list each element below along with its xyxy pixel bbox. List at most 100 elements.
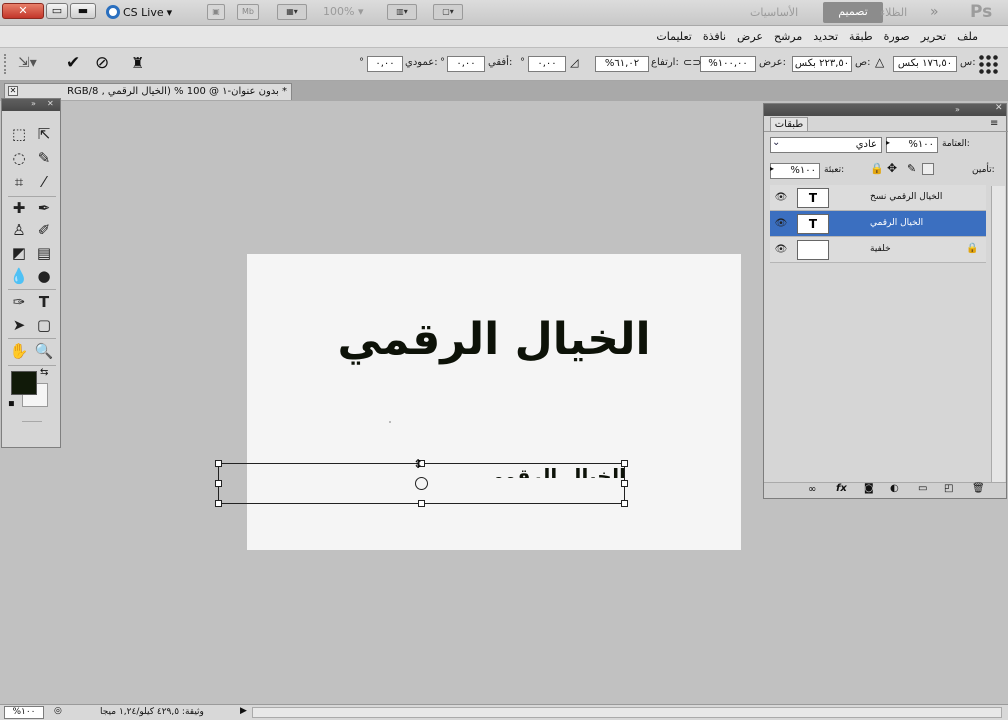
menu-select[interactable]: تحديد [813,30,838,43]
document-canvas[interactable]: الخيال الرقمي [247,254,741,550]
marquee-tool-icon[interactable]: ⬚ [8,123,30,145]
horizontal-scrollbar[interactable] [252,707,1002,718]
width-field[interactable]: %١٠٠,٠٠ [700,56,756,72]
cs-live-menu[interactable]: CS Live ▾ [106,4,172,20]
restore-window-button[interactable]: ▭ [46,3,68,19]
commit-transform-icon[interactable]: ✔ [66,53,80,73]
zoom-level-select[interactable]: 100% ▾ [323,5,363,18]
eraser-tool-icon[interactable]: ◩ [8,242,30,264]
collapse-panel-icon[interactable]: » [955,105,960,114]
layer-row[interactable]: 👁 T الخيال الرقمي نسخ [770,185,986,211]
blur-tool-icon[interactable]: 💧 [8,265,30,287]
type-tool-icon[interactable]: T [33,291,55,313]
reference-point-marker[interactable] [415,477,428,490]
lock-transparent-icon[interactable] [922,163,934,175]
transform-icon[interactable]: ⇲▾ [18,55,37,71]
link-layers-icon[interactable]: ∞ [808,484,816,495]
transform-handle-bottom[interactable] [418,500,425,507]
transform-handle-top-right[interactable] [621,460,628,467]
transform-handle-bottom-right[interactable] [621,500,628,507]
opacity-field[interactable]: %١٠٠ [886,137,938,153]
status-info-icon[interactable]: ◎ [54,706,62,716]
layers-scrollbar[interactable] [991,186,1005,482]
workspace-shadows-button[interactable]: الظلاء [880,6,907,19]
menu-filter[interactable]: مرشح [774,30,802,43]
menu-image[interactable]: صورة [884,30,910,43]
healing-brush-tool-icon[interactable]: ✚ [8,197,30,219]
trash-icon[interactable]: 🗑 [972,483,985,494]
bridge-icon[interactable]: ▣ [207,4,225,20]
layers-panel-header[interactable] [764,104,1006,116]
eyedropper-tool-icon[interactable]: ⁄ [33,171,55,193]
minibridge-button[interactable]: Mb [237,4,259,20]
workspace-basics-button[interactable]: الأساسيات [750,6,798,19]
add-mask-icon[interactable]: ◙ [864,483,874,494]
visibility-eye-icon[interactable]: 👁 [774,192,788,204]
transform-handle-left[interactable] [215,480,222,487]
height-field[interactable]: %٦١,٠٢ [595,56,649,72]
transform-handle-top-left[interactable] [215,460,222,467]
transform-handle-right[interactable] [621,480,628,487]
menu-view[interactable]: عرض [737,30,763,43]
vskew-field[interactable]: ٠,٠٠ [367,56,403,72]
chevron-down-icon[interactable]: ⌄ [772,137,780,148]
opacity-arrow-icon[interactable]: ▸ [886,138,890,147]
adjustment-layer-icon[interactable]: ◐ [890,483,899,494]
options-grip[interactable] [4,54,8,74]
collapse-tools-icon[interactable]: » [31,99,36,108]
dodge-tool-icon[interactable]: ● [33,265,55,287]
arrange-documents-icon[interactable]: ▥▾ [387,4,417,20]
zoom-tool-icon[interactable]: 🔍 [33,340,55,362]
clone-stamp-tool-icon[interactable]: ♙ [8,219,30,241]
default-colors-icon[interactable]: ◾ [8,399,15,409]
path-selection-tool-icon[interactable]: ➤ [8,314,30,336]
layer-row[interactable]: 👁 خلفية 🔒 [770,237,986,263]
status-menu-arrow-icon[interactable]: ▶ [240,706,247,716]
gradient-tool-icon[interactable]: ▤ [33,242,55,264]
workspace-design-button[interactable]: تصميم [823,2,883,23]
layers-tab[interactable]: طبقات [770,117,808,132]
menu-window[interactable]: نافذة [703,30,726,43]
hskew-field[interactable]: ٠,٠٠ [447,56,485,72]
blend-mode-select[interactable]: عادي [770,137,882,153]
y-field[interactable]: ٢٢٣,٥٠ بكس [792,56,852,72]
transform-handle-bottom-left[interactable] [215,500,222,507]
fill-field[interactable]: %١٠٠ [770,163,820,179]
screen-mode-icon[interactable]: ▢▾ [433,4,463,20]
visibility-eye-icon[interactable]: 👁 [774,218,788,230]
menu-file[interactable]: ملف [957,30,978,43]
fx-icon[interactable]: fx [836,483,847,494]
lasso-tool-icon[interactable]: ◌ [8,147,30,169]
quick-select-tool-icon[interactable]: ✎ [33,147,55,169]
new-layer-icon[interactable]: ◰ [944,483,953,494]
menu-edit[interactable]: تحرير [921,30,946,43]
lock-move-icon[interactable]: ✥ [887,161,897,175]
warp-icon[interactable]: ♜ [131,54,144,72]
close-panel-icon[interactable]: ✕ [995,103,1003,113]
visibility-eye-icon[interactable]: 👁 [774,244,788,256]
crop-tool-icon[interactable]: ⌗ [8,171,30,193]
layer-name[interactable]: الخيال الرقمي [870,218,923,228]
hand-tool-icon[interactable]: ✋ [8,340,30,362]
x-field[interactable]: ١٧٦,٥٠ بكس [893,56,957,72]
status-zoom-field[interactable]: %١٠٠ [4,706,44,719]
shape-tool-icon[interactable]: ▢ [33,314,55,336]
angle-field[interactable]: ٠,٠٠ [528,56,566,72]
panel-menu-icon[interactable]: ≡ [990,118,998,129]
lock-all-icon[interactable]: 🔒 [870,162,884,175]
layer-row-selected[interactable]: 👁 T الخيال الرقمي [770,211,986,237]
link-icon[interactable]: ⊂⊃ [683,56,701,69]
main-text-layer[interactable]: الخيال الرقمي [247,314,741,365]
minimize-window-button[interactable]: ▬ [70,3,96,19]
view-extras-icon[interactable]: ▦▾ [277,4,307,20]
menu-help[interactable]: تعليمات [656,30,691,43]
cancel-transform-icon[interactable]: ⊘ [95,53,109,73]
fill-arrow-icon[interactable]: ▸ [770,164,774,173]
move-tool-icon[interactable]: ⇱ [33,123,55,145]
layer-name[interactable]: الخيال الرقمي نسخ [870,192,942,202]
workspace-more-icon[interactable]: » [930,4,939,20]
reference-point-icon[interactable] [978,54,998,74]
pen-tool-icon[interactable]: ✑ [8,291,30,313]
layer-name[interactable]: خلفية [870,244,891,254]
close-tools-icon[interactable]: ✕ [47,99,54,108]
